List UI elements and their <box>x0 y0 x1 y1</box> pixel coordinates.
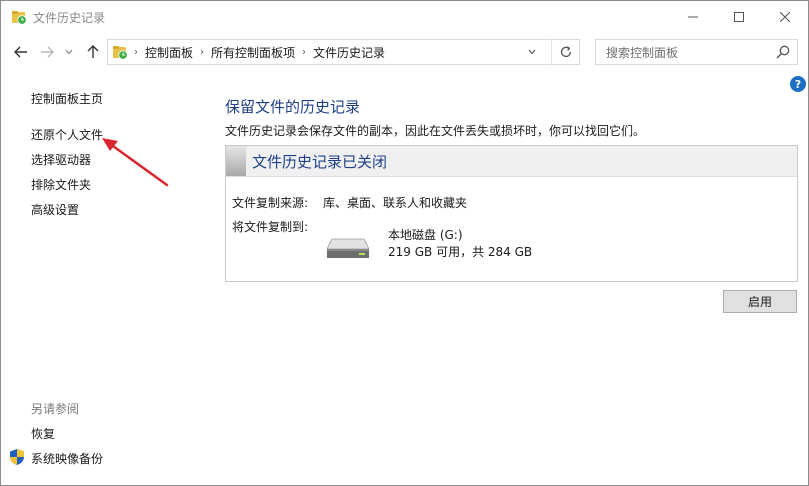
help-icon[interactable]: ? <box>790 76 806 92</box>
address-bar[interactable]: › 控制面板 › 所有控制面板项 › 文件历史记录 <box>107 39 580 65</box>
file-history-icon <box>11 9 27 25</box>
maximize-button[interactable] <box>716 1 762 32</box>
see-also-heading: 另请参阅 <box>31 402 80 416</box>
sidebar-item-control-panel-home[interactable]: 控制面板主页 <box>31 90 103 107</box>
arrow-left-icon <box>14 46 27 58</box>
address-dropdown-button[interactable] <box>521 39 543 65</box>
page-description: 文件历史记录会保存文件的副本，因此在文件丢失或损坏时，你可以找回它们。 <box>225 124 646 138</box>
breadcrumb-separator-icon[interactable]: › <box>302 47 306 58</box>
recent-locations-button[interactable] <box>63 41 75 63</box>
search-icon[interactable] <box>775 44 791 60</box>
breadcrumb-item[interactable]: 控制面板 <box>145 44 193 61</box>
search-input[interactable] <box>604 43 768 63</box>
destination-label: 将文件复制到: <box>232 220 309 234</box>
arrow-right-icon <box>41 46 54 58</box>
minimize-button[interactable] <box>670 1 716 32</box>
file-history-window: 文件历史记录 › 控制面板 › 所有控制面板项 › 文件历史记录 搜索控制面板 … <box>0 0 809 486</box>
search-box[interactable] <box>595 39 798 65</box>
back-button[interactable] <box>11 41 31 63</box>
annotation-arrow-icon <box>102 138 169 187</box>
sidebar-item-advanced-settings[interactable]: 高级设置 <box>31 201 79 218</box>
status-header: 文件历史记录已关闭 <box>226 146 797 177</box>
sidebar-item-exclude-folders[interactable]: 排除文件夹 <box>31 176 91 193</box>
title-bar: 文件历史记录 <box>1 1 808 33</box>
drive-name: 本地磁盘 (G:) <box>388 228 463 242</box>
refresh-button[interactable] <box>551 39 580 65</box>
chevron-down-icon <box>65 49 73 55</box>
status-title: 文件历史记录已关闭 <box>252 153 388 171</box>
file-history-status-panel: 文件历史记录已关闭 文件复制来源: 库、桌面、联系人和收藏夹 将文件复制到: 本… <box>225 145 798 282</box>
hard-drive-icon <box>326 238 370 258</box>
source-value: 库、桌面、联系人和收藏夹 <box>323 196 468 210</box>
arrow-up-icon <box>87 45 99 58</box>
sidebar-item-recovery[interactable]: 恢复 <box>31 425 55 442</box>
drive-capacity: 219 GB 可用，共 284 GB <box>388 245 533 259</box>
sidebar-item-system-image-backup[interactable]: 系统映像备份 <box>31 450 103 467</box>
status-bar-accent <box>226 146 246 176</box>
breadcrumb-separator-icon[interactable]: › <box>200 47 204 58</box>
forward-button[interactable] <box>37 41 57 63</box>
source-label: 文件复制来源: <box>232 196 309 210</box>
control-panel-icon <box>112 44 128 60</box>
sidebar-item-restore-personal-files[interactable]: 还原个人文件 <box>31 126 103 143</box>
page-title: 保留文件的历史记录 <box>225 98 361 116</box>
close-button[interactable] <box>762 1 808 32</box>
enable-button[interactable]: 启用 <box>723 290 797 313</box>
window-title: 文件历史记录 <box>33 11 106 25</box>
breadcrumb-item[interactable]: 所有控制面板项 <box>211 44 295 61</box>
uac-shield-icon <box>9 448 25 466</box>
breadcrumb: › 控制面板 › 所有控制面板项 › 文件历史记录 <box>134 40 385 64</box>
breadcrumb-separator-icon: › <box>134 46 138 58</box>
refresh-icon <box>560 46 572 58</box>
up-button[interactable] <box>83 41 103 63</box>
breadcrumb-item[interactable]: 文件历史记录 <box>313 44 385 61</box>
sidebar-item-select-drive[interactable]: 选择驱动器 <box>31 151 91 168</box>
chevron-down-icon <box>528 49 536 55</box>
